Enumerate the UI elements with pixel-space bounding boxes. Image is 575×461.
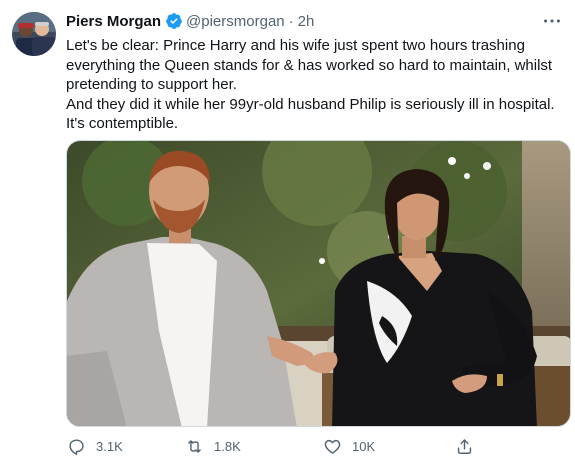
share-icon xyxy=(457,438,472,454)
heart-icon xyxy=(324,439,341,454)
separator-dot: · xyxy=(288,12,294,30)
retweet-button[interactable]: 1.8K xyxy=(185,437,323,456)
reply-button[interactable]: 3.1K xyxy=(67,437,185,456)
tweet-paragraph: And they did it while her 99yr-old husba… xyxy=(66,95,555,133)
reply-icon xyxy=(69,438,84,455)
share-button[interactable] xyxy=(455,437,484,456)
tweet-photo[interactable] xyxy=(66,140,571,427)
tweet[interactable]: Piers Morgan @piersmorgan · 2h Let's be … xyxy=(0,0,575,461)
tweet-paragraph: Let's be clear: Prince Harry and his wif… xyxy=(66,37,553,93)
tweet-actions: 3.1K 1.8K 10K xyxy=(66,434,536,458)
tweet-header: Piers Morgan @piersmorgan · 2h xyxy=(66,10,566,32)
retweet-icon xyxy=(188,439,201,453)
retweet-count: 1.8K xyxy=(214,438,241,454)
tweet-timestamp[interactable]: 2h xyxy=(298,13,315,30)
avatar[interactable] xyxy=(12,12,56,56)
author-handle[interactable]: @piersmorgan xyxy=(186,13,285,30)
like-button[interactable]: 10K xyxy=(323,437,455,456)
author-name[interactable]: Piers Morgan xyxy=(66,13,161,30)
more-options-icon[interactable] xyxy=(541,10,563,32)
tweet-text: Let's be clear: Prince Harry and his wif… xyxy=(66,36,562,134)
reply-count: 3.1K xyxy=(96,438,123,454)
like-count: 10K xyxy=(352,438,376,454)
verified-badge-icon xyxy=(165,12,183,30)
tweet-content: Piers Morgan @piersmorgan · 2h Let's be … xyxy=(66,10,566,134)
